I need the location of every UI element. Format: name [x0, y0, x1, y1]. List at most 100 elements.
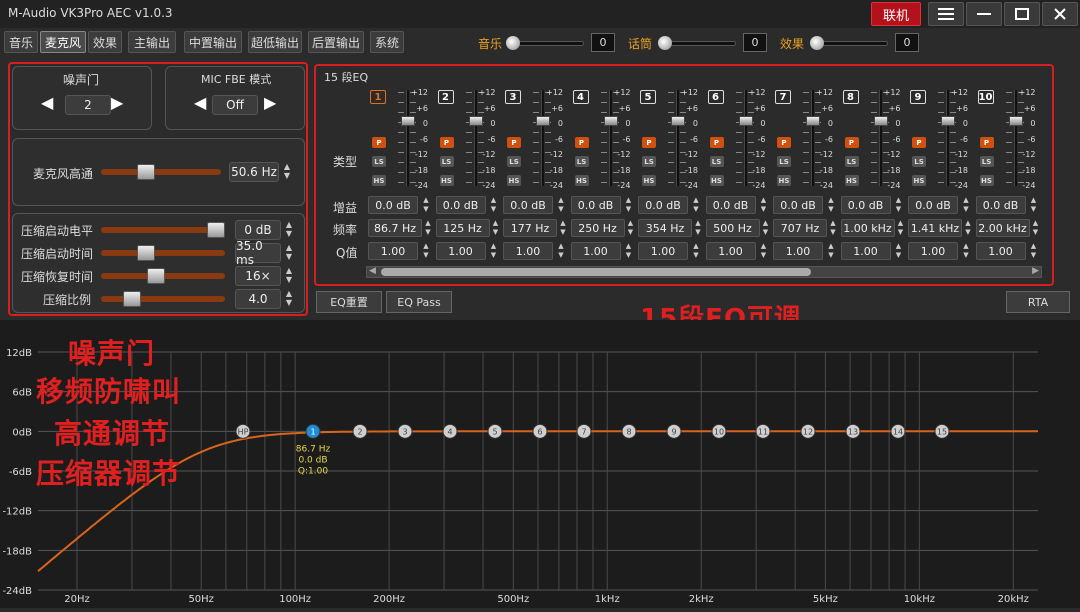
- eq-band-type-peak[interactable]: P: [912, 137, 926, 148]
- connect-button[interactable]: 联机: [871, 2, 921, 26]
- comp-threshold-knob[interactable]: [207, 222, 225, 238]
- eq-band-gain-spinner[interactable]: ▲ ▼: [894, 196, 904, 216]
- tab-microphone[interactable]: 麦克风: [40, 31, 86, 53]
- eq-band-gain[interactable]: 0.0 dB: [705, 196, 756, 214]
- eq-band-type-peak[interactable]: P: [372, 137, 386, 148]
- scroll-left-icon[interactable]: ◀: [369, 266, 376, 276]
- eq-band-q[interactable]: 1.00: [975, 242, 1026, 260]
- eq-band-gain[interactable]: 0.0 dB: [368, 196, 418, 214]
- highpass-spinner[interactable]: ▲ ▼: [282, 162, 292, 182]
- eq-band-type-highshelf[interactable]: HS: [777, 175, 791, 186]
- eq-band-type-peak[interactable]: P: [574, 137, 589, 148]
- scroll-right-icon[interactable]: ▶: [1032, 266, 1039, 276]
- eq-band-gain-spinner[interactable]: ▲ ▼: [421, 196, 431, 216]
- eq-band-q-spinner[interactable]: ▲ ▼: [961, 242, 971, 262]
- eq-band-freq[interactable]: 500 Hz: [705, 219, 760, 237]
- eq-band-q[interactable]: 1.00: [773, 242, 823, 260]
- comp-attack-value[interactable]: 35.0 ms: [235, 239, 281, 267]
- tab-music[interactable]: 音乐: [4, 31, 38, 53]
- comp-ratio-knob[interactable]: [123, 291, 141, 307]
- eq-band-type-peak[interactable]: P: [979, 137, 994, 148]
- eq-band-number[interactable]: 4: [572, 90, 589, 104]
- eq-band-q[interactable]: 1.00: [435, 242, 486, 260]
- eq-band-type-highshelf[interactable]: HS: [844, 175, 859, 186]
- comp-ratio-spinner[interactable]: ▲ ▼: [284, 289, 294, 309]
- eq-band-type-highshelf[interactable]: HS: [642, 175, 656, 186]
- eq-band-type-peak[interactable]: P: [507, 137, 521, 148]
- eq-band-number[interactable]: 10: [977, 90, 994, 104]
- rta-button[interactable]: RTA: [1006, 291, 1070, 313]
- eq-band-q[interactable]: 1.00: [705, 242, 756, 260]
- effect-volume-knob[interactable]: [810, 36, 824, 50]
- tab-rear-output[interactable]: 后置输出: [308, 31, 364, 53]
- eq-band-freq-spinner[interactable]: ▲ ▼: [963, 219, 973, 239]
- highpass-knob[interactable]: [137, 164, 155, 180]
- highpass-slider[interactable]: [101, 169, 221, 175]
- eq-band-freq[interactable]: 177 Hz: [503, 219, 557, 237]
- eq-band-q-spinner[interactable]: ▲ ▼: [421, 242, 431, 262]
- eq-band-q-spinner[interactable]: ▲ ▼: [1029, 242, 1039, 262]
- noise-gate-next-icon[interactable]: ▶: [111, 93, 123, 112]
- comp-attack-knob[interactable]: [137, 245, 155, 261]
- eq-band-number[interactable]: 9: [910, 90, 926, 104]
- eq-band-freq-spinner[interactable]: ▲ ▼: [761, 219, 771, 239]
- hamburger-icon[interactable]: [928, 2, 964, 26]
- eq-band-q-spinner[interactable]: ▲ ▼: [894, 242, 904, 262]
- eq-band-freq-spinner[interactable]: ▲ ▼: [693, 219, 703, 239]
- eq-band-number[interactable]: 8: [842, 90, 859, 104]
- tab-main-output[interactable]: 主输出: [128, 31, 176, 53]
- eq-band-gain-spinner[interactable]: ▲ ▼: [759, 196, 769, 216]
- eq-band-type-lowshelf[interactable]: LS: [574, 156, 589, 167]
- noise-gate-prev-icon[interactable]: ◀: [41, 93, 53, 112]
- eq-band-gain-spinner[interactable]: ▲ ▼: [624, 196, 634, 216]
- eq-band-q[interactable]: 1.00: [908, 242, 958, 260]
- eq-band-number[interactable]: 7: [775, 90, 791, 104]
- eq-band-gain-spinner[interactable]: ▲ ▼: [826, 196, 836, 216]
- eq-band-freq-spinner[interactable]: ▲ ▼: [828, 219, 838, 239]
- eq-band-freq-spinner[interactable]: ▲ ▼: [491, 219, 501, 239]
- eq-band-gain-spinner[interactable]: ▲ ▼: [1029, 196, 1039, 216]
- maximize-icon[interactable]: [1004, 2, 1040, 26]
- eq-band-gain[interactable]: 0.0 dB: [638, 196, 688, 214]
- eq-band-freq[interactable]: 125 Hz: [435, 219, 490, 237]
- eq-band-type-highshelf[interactable]: HS: [709, 175, 724, 186]
- eq-band-type-highshelf[interactable]: HS: [507, 175, 521, 186]
- eq-scroll-thumb[interactable]: [381, 268, 811, 276]
- noise-gate-value[interactable]: 2: [65, 95, 111, 115]
- minimize-icon[interactable]: [966, 2, 1002, 26]
- eq-band-freq-spinner[interactable]: ▲ ▼: [1031, 219, 1041, 239]
- eq-band-freq[interactable]: 2.00 kHz: [975, 219, 1030, 237]
- comp-attack-slider[interactable]: [101, 250, 225, 256]
- eq-band-gain-spinner[interactable]: ▲ ▼: [556, 196, 566, 216]
- eq-band-type-lowshelf[interactable]: LS: [642, 156, 656, 167]
- music-volume-value[interactable]: 0: [591, 33, 615, 52]
- eq-band-number[interactable]: 3: [505, 90, 521, 104]
- eq-pass-button[interactable]: EQ Pass: [386, 291, 452, 313]
- eq-band-type-lowshelf[interactable]: LS: [709, 156, 724, 167]
- eq-band-type-highshelf[interactable]: HS: [372, 175, 386, 186]
- eq-band-freq-spinner[interactable]: ▲ ▼: [423, 219, 433, 239]
- eq-band-freq-spinner[interactable]: ▲ ▼: [558, 219, 568, 239]
- eq-band-type-highshelf[interactable]: HS: [912, 175, 926, 186]
- eq-band-type-peak[interactable]: P: [844, 137, 859, 148]
- highpass-value[interactable]: 50.6 Hz: [229, 162, 279, 182]
- eq-band-type-lowshelf[interactable]: LS: [372, 156, 386, 167]
- comp-attack-spinner[interactable]: ▲ ▼: [284, 243, 294, 263]
- eq-band-gain[interactable]: 0.0 dB: [570, 196, 621, 214]
- eq-band-type-lowshelf[interactable]: LS: [439, 156, 454, 167]
- eq-band-type-peak[interactable]: P: [439, 137, 454, 148]
- eq-band-q-spinner[interactable]: ▲ ▼: [826, 242, 836, 262]
- comp-release-spinner[interactable]: ▲ ▼: [284, 266, 294, 286]
- eq-band-gain[interactable]: 0.0 dB: [975, 196, 1026, 214]
- eq-band-q-spinner[interactable]: ▲ ▼: [624, 242, 634, 262]
- eq-band-gain-spinner[interactable]: ▲ ▼: [961, 196, 971, 216]
- eq-band-type-peak[interactable]: P: [709, 137, 724, 148]
- comp-ratio-value[interactable]: 4.0: [235, 289, 281, 309]
- eq-band-freq[interactable]: 1.00 kHz: [840, 219, 895, 237]
- comp-release-knob[interactable]: [147, 268, 165, 284]
- eq-band-gain[interactable]: 0.0 dB: [435, 196, 486, 214]
- music-volume-knob[interactable]: [506, 36, 520, 50]
- mic-fbe-value[interactable]: Off: [212, 95, 258, 115]
- eq-band-number[interactable]: 6: [707, 90, 724, 104]
- eq-band-freq[interactable]: 86.7 Hz: [368, 219, 422, 237]
